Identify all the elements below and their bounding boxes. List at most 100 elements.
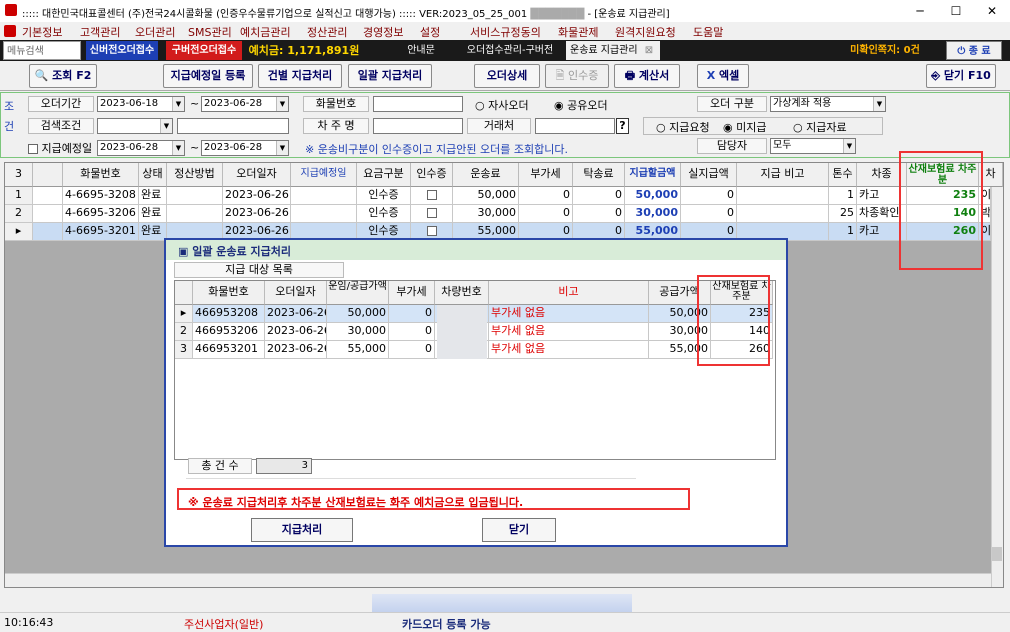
- dlg-cell-cargo[interactable]: 466953201: [193, 341, 265, 359]
- menu-item-deposit[interactable]: 예치금관리: [240, 24, 291, 40]
- receipt-checkbox[interactable]: [426, 208, 437, 218]
- client-input[interactable]: [535, 118, 615, 134]
- dlg-cell-date[interactable]: 2023-06-26: [265, 305, 327, 323]
- dlg-cell-vat[interactable]: 0: [389, 323, 435, 341]
- dlg-col-vat[interactable]: 부가세: [389, 281, 435, 305]
- receipt-button[interactable]: 🗎 인수증: [545, 64, 609, 88]
- row-cell-date[interactable]: 2023-06-26: [223, 187, 291, 205]
- radio-unpaid[interactable]: ◉ 미지급: [723, 119, 766, 135]
- process-pay-button[interactable]: 지급처리: [251, 518, 353, 542]
- row-cell-paydate[interactable]: [291, 187, 357, 205]
- row-cell-no[interactable]: 1: [5, 187, 33, 205]
- dlg-col-car-no[interactable]: 차량번호: [435, 281, 489, 305]
- unread-notes[interactable]: 미확인쪽지: 0건: [838, 41, 932, 60]
- receipt-checkbox[interactable]: [426, 190, 437, 200]
- col-status[interactable]: 상태: [139, 163, 167, 187]
- dlg-cell-memo[interactable]: 부가세 없음: [489, 305, 649, 323]
- cargo-no-input[interactable]: [373, 96, 463, 112]
- row-cell-method[interactable]: [167, 187, 223, 205]
- dlg-cell-mark[interactable]: ▸: [175, 305, 193, 323]
- row-cell-paydate[interactable]: [291, 205, 357, 223]
- row-cell-fee_type[interactable]: 인수증: [357, 187, 411, 205]
- menu-item-basic[interactable]: 기본정보: [22, 24, 62, 40]
- client-lookup-button[interactable]: ?: [616, 118, 629, 134]
- radio-shared-order[interactable]: ◉ 공유오더: [554, 97, 608, 113]
- order-detail-button[interactable]: 오더상세: [474, 64, 540, 88]
- exit-button[interactable]: ⏻ 종 료: [946, 41, 1002, 60]
- dlg-cell-cargo[interactable]: 466953208: [193, 305, 265, 323]
- dlg-col-date[interactable]: 오더일자: [265, 281, 327, 305]
- menu-item-tracking[interactable]: 화물관제: [558, 24, 598, 40]
- row-cell-receipt-check[interactable]: [411, 205, 453, 223]
- tab-close-icon[interactable]: ⊠: [645, 45, 653, 56]
- menu-item-settle[interactable]: 정산관리: [307, 24, 347, 40]
- owner-input[interactable]: [373, 118, 463, 134]
- menu-item-settings[interactable]: 설정: [420, 24, 440, 40]
- dlg-cell-fare[interactable]: 30,000: [327, 323, 389, 341]
- row-cell-receipt-check[interactable]: [411, 187, 453, 205]
- radio-pay-data[interactable]: ○ 지급자료: [793, 119, 847, 135]
- col-fare[interactable]: 운송료: [453, 163, 519, 187]
- bulk-pay-button[interactable]: 일괄 지급처리: [348, 64, 432, 88]
- pay-date-from[interactable]: 2023-06-28 ▼: [97, 140, 185, 156]
- row-cell-status[interactable]: 완료: [139, 187, 167, 205]
- dlg-cell-date[interactable]: 2023-06-26: [265, 341, 327, 359]
- dlg-cell-vat[interactable]: 0: [389, 341, 435, 359]
- menu-item-terms[interactable]: 서비스규정동의: [470, 24, 541, 40]
- row-cell-consign[interactable]: 0: [573, 187, 625, 205]
- dlg-col-fare[interactable]: 운임/공급가액: [327, 281, 389, 305]
- row-cell-pay[interactable]: 50,000: [625, 187, 681, 205]
- schedule-register-button[interactable]: 지급예정일 등록: [163, 64, 253, 88]
- row-cell-date[interactable]: 2023-06-26: [223, 205, 291, 223]
- row-cell-vat[interactable]: 0: [519, 187, 573, 205]
- dlg-cell-mark[interactable]: 2: [175, 323, 193, 341]
- menu-item-help[interactable]: 도움말: [693, 24, 723, 40]
- dlg-cell-fare[interactable]: 55,000: [327, 341, 389, 359]
- order-date-to[interactable]: 2023-06-28 ▼: [201, 96, 289, 112]
- col-fee-type[interactable]: 요금구분: [357, 163, 411, 187]
- minimize-button[interactable]: ─: [902, 2, 938, 20]
- row-cell-blank[interactable]: [33, 187, 63, 205]
- search-cond-select[interactable]: ▼: [97, 118, 173, 134]
- col-consign[interactable]: 탁송료: [573, 163, 625, 187]
- row-cell-no[interactable]: ▸: [5, 223, 33, 241]
- maximize-button[interactable]: ☐: [938, 2, 974, 20]
- row-cell-cargo[interactable]: 4-6695-3201: [63, 223, 139, 241]
- tab-fee-manage[interactable]: 운송료 지급관리 ⊠: [566, 41, 660, 60]
- row-cell-fare[interactable]: 30,000: [453, 205, 519, 223]
- tab-order-receipt[interactable]: 오더접수관리-구버전: [460, 41, 560, 60]
- row-cell-pay[interactable]: 30,000: [625, 205, 681, 223]
- search-button[interactable]: 🔍 조회 F2: [29, 64, 97, 88]
- col-cargo-no[interactable]: 화물번호: [63, 163, 139, 187]
- old-order-tab[interactable]: 구버전오더접수: [166, 41, 242, 60]
- dlg-cell-memo[interactable]: 부가세 없음: [489, 323, 649, 341]
- menu-item-sms[interactable]: SMS관리: [188, 24, 232, 40]
- grid-vscroll-thumb[interactable]: [992, 547, 1002, 561]
- close-f10-button[interactable]: ⎆ 닫기 F10: [926, 64, 996, 88]
- row-cell-ton[interactable]: 1: [829, 223, 857, 241]
- row-cell-actual[interactable]: 0: [681, 205, 737, 223]
- single-pay-button[interactable]: 건별 지급처리: [258, 64, 342, 88]
- row-cell-status[interactable]: 완료: [139, 223, 167, 241]
- dlg-cell-memo[interactable]: 부가세 없음: [489, 341, 649, 359]
- new-order-tab[interactable]: 신버전오더접수: [86, 41, 158, 60]
- dialog-close-button[interactable]: 닫기: [482, 518, 556, 542]
- col-pay-date[interactable]: 지급예정일: [291, 163, 357, 187]
- row-cell-blank[interactable]: [33, 223, 63, 241]
- row-cell-consign[interactable]: 0: [573, 205, 625, 223]
- menu-item-remote[interactable]: 원격지원요청: [615, 24, 676, 40]
- row-cell-cargo[interactable]: 4-6695-3206: [63, 205, 139, 223]
- row-cell-cargo[interactable]: 4-6695-3208: [63, 187, 139, 205]
- row-cell-fare[interactable]: 50,000: [453, 187, 519, 205]
- dlg-cell-date[interactable]: 2023-06-26: [265, 323, 327, 341]
- manager-select[interactable]: 모두 ▼: [770, 138, 856, 154]
- col-pay-amount[interactable]: 지급할금액: [625, 163, 681, 187]
- invoice-button[interactable]: 🖶 계산서: [614, 64, 680, 88]
- grid-hscroll[interactable]: [5, 573, 991, 587]
- menu-item-order[interactable]: 오더관리: [135, 24, 175, 40]
- menu-item-customer[interactable]: 고객관리: [80, 24, 120, 40]
- grid-vscroll[interactable]: [991, 187, 1003, 587]
- radio-pay-request[interactable]: ○ 지급요청: [656, 119, 710, 135]
- row-cell-actual[interactable]: 0: [681, 187, 737, 205]
- row-cell-memo[interactable]: [737, 205, 829, 223]
